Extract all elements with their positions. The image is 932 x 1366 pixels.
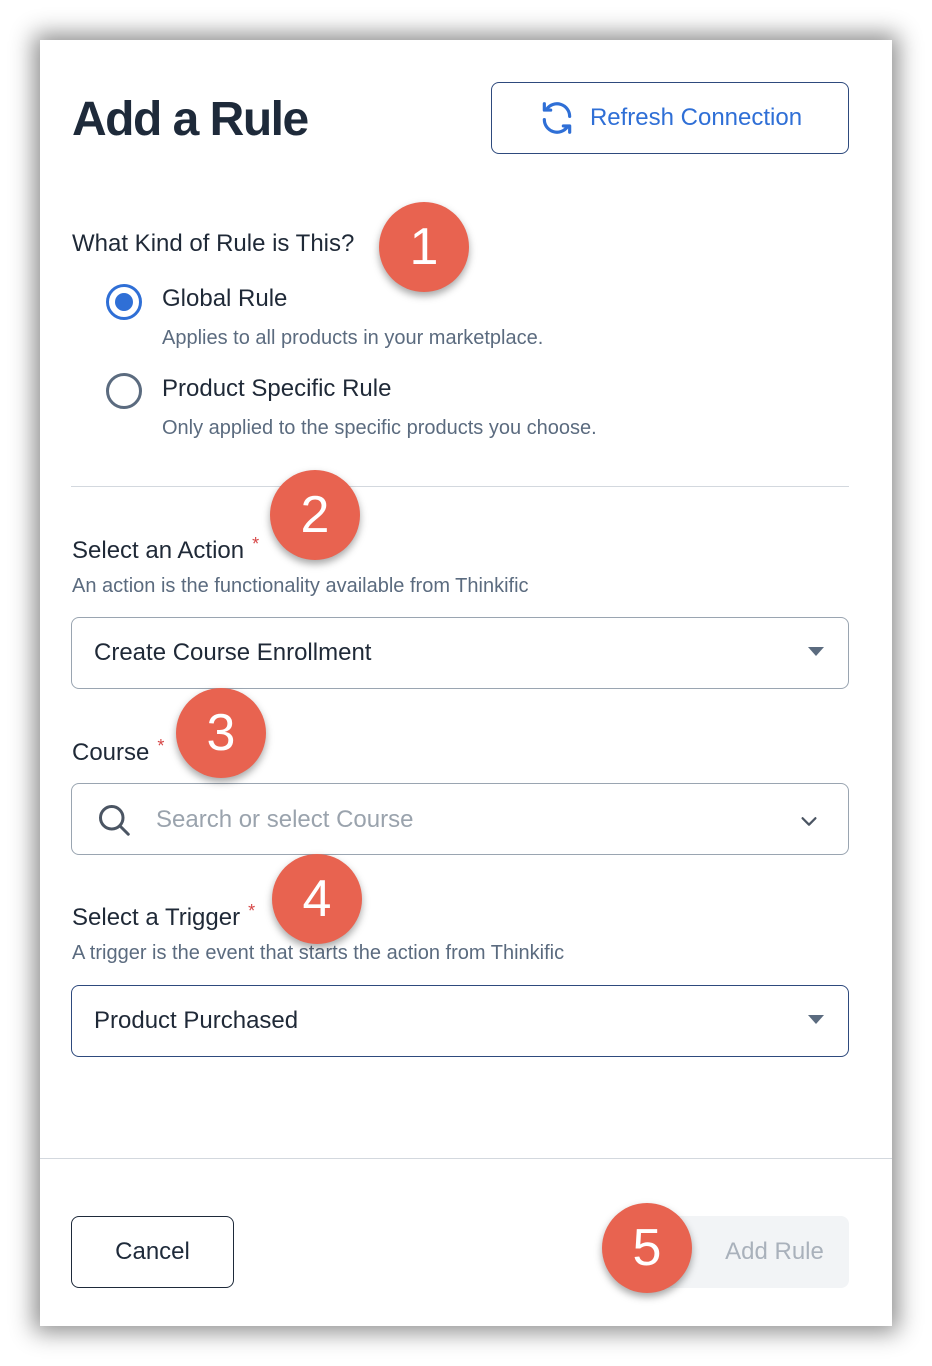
course-search-select[interactable] — [71, 783, 849, 855]
caret-down-icon — [808, 1015, 824, 1024]
callout-badge-1: 1 — [379, 202, 469, 292]
course-label-text: Course — [72, 739, 150, 766]
add-rule-modal: Add a Rule Refresh Connection What Kind … — [40, 40, 892, 1326]
callout-badge-2: 2 — [270, 470, 360, 560]
global-rule-label[interactable]: Global Rule — [162, 285, 287, 313]
product-specific-rule-label[interactable]: Product Specific Rule — [162, 375, 391, 403]
callout-badge-5: 5 — [602, 1203, 692, 1293]
trigger-select[interactable]: Product Purchased — [71, 985, 849, 1057]
callout-badge-3: 3 — [176, 688, 266, 778]
action-select-value: Create Course Enrollment — [94, 639, 372, 666]
action-label-text: Select an Action — [72, 537, 245, 564]
trigger-label-text: Select a Trigger — [72, 904, 241, 931]
course-field-label: Course * — [72, 736, 164, 767]
global-rule-description: Applies to all products in your marketpl… — [162, 327, 544, 349]
action-hint: An action is the functionality available… — [72, 575, 529, 597]
required-asterisk: * — [157, 736, 165, 756]
footer-divider — [40, 1158, 892, 1159]
action-select[interactable]: Create Course Enrollment — [71, 617, 849, 689]
cancel-button[interactable]: Cancel — [71, 1216, 234, 1288]
refresh-connection-label: Refresh Connection — [589, 104, 803, 131]
caret-down-icon — [808, 647, 824, 656]
trigger-field-label: Select a Trigger * — [72, 901, 255, 932]
rule-type-question: What Kind of Rule is This? — [72, 230, 355, 257]
callout-badge-4: 4 — [272, 854, 362, 944]
trigger-hint: A trigger is the event that starts the a… — [72, 942, 565, 964]
action-field-label: Select an Action * — [72, 534, 259, 565]
product-specific-rule-description: Only applied to the specific products yo… — [162, 417, 597, 439]
global-rule-radio[interactable] — [106, 284, 142, 320]
product-specific-rule-radio[interactable] — [106, 373, 142, 409]
refresh-connection-button[interactable]: Refresh Connection — [491, 82, 849, 154]
trigger-select-value: Product Purchased — [94, 1007, 299, 1034]
refresh-icon — [542, 102, 572, 134]
section-divider — [71, 486, 849, 487]
required-asterisk: * — [252, 534, 260, 554]
chevron-down-icon — [801, 817, 817, 826]
page-title: Add a Rule — [72, 93, 309, 146]
course-search-input[interactable] — [156, 800, 756, 840]
search-icon — [99, 805, 130, 836]
required-asterisk: * — [248, 901, 256, 921]
